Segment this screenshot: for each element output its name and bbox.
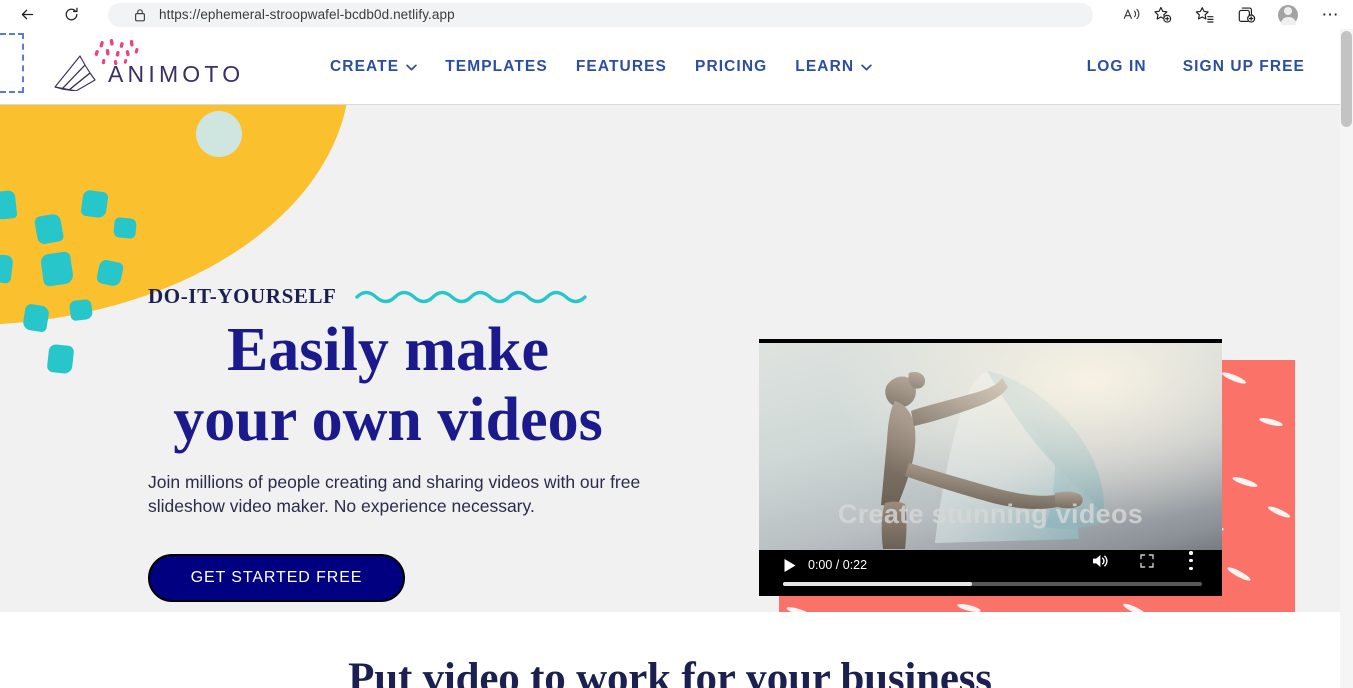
collections-button[interactable] (1231, 2, 1261, 28)
nav-item-templates-label: TEMPLATES (445, 58, 548, 75)
hero-section: DO-IT-YOURSELF Easily make your own vide… (0, 105, 1340, 612)
reload-icon (65, 7, 78, 21)
add-to-favorites-button[interactable] (1147, 2, 1177, 28)
logo-wordmark: ANIMOTO (108, 61, 245, 87)
page-scrollbar[interactable] (1340, 29, 1353, 688)
below-fold-heading: Put video to work for your business (348, 655, 992, 688)
hero-title-line-1: Easily make (226, 316, 550, 384)
more-settings-icon: ⋯ (1321, 4, 1339, 24)
video-controls-bar: 0:00 / 0:22 (759, 550, 1222, 596)
hero-title: Easily make your own videos (148, 315, 628, 455)
hero-title-line-2: your own videos (173, 386, 603, 455)
mint-circle-decoration (196, 111, 242, 157)
video-more-options-button[interactable] (1189, 551, 1193, 570)
profile-avatar-icon (1278, 4, 1298, 25)
chevron-down-icon (861, 64, 872, 70)
read-aloud-button[interactable] (1117, 2, 1147, 28)
sky-gradient (759, 343, 1222, 564)
nav-item-pricing-label: PRICING (695, 58, 768, 75)
site-header: ANIMOTO CREATE TEMPLATES FEATURES PRICIN… (0, 29, 1340, 105)
address-bar[interactable]: https://ephemeral-stroopwafel-bcdb0d.net… (108, 2, 1093, 27)
mute-button[interactable] (1092, 553, 1109, 569)
fullscreen-button[interactable] (1140, 554, 1154, 568)
hero-video-player[interactable]: Create stunning videos 0:00 / 0:22 (759, 339, 1222, 596)
settings-button[interactable]: ⋯ (1315, 2, 1345, 28)
video-poster-image (759, 343, 1222, 564)
nav-item-learn-label: LEARN (795, 58, 855, 75)
hero-copy: DO-IT-YOURSELF Easily make your own vide… (148, 281, 668, 603)
video-overlay-text: Create stunning videos (837, 499, 1144, 529)
url-text: https://ephemeral-stroopwafel-bcdb0d.net… (159, 7, 455, 22)
main-navigation: CREATE TEMPLATES FEATURES PRICING LEARN (330, 29, 872, 105)
nav-item-features[interactable]: FEATURES (576, 58, 667, 76)
video-progress-bar[interactable] (783, 582, 1202, 586)
log-in-link[interactable]: LOG IN (1087, 58, 1147, 76)
site-logo[interactable]: ANIMOTO (52, 39, 267, 95)
page-scrollbar-thumb[interactable] (1341, 31, 1352, 127)
back-arrow-icon (21, 9, 33, 20)
add-favorite-icon (1153, 6, 1171, 23)
skip-link-focus-outline[interactable] (0, 33, 24, 93)
read-aloud-icon (1123, 8, 1139, 20)
nav-item-create[interactable]: CREATE (330, 58, 417, 76)
nav-item-templates[interactable]: TEMPLATES (445, 58, 548, 76)
auth-navigation: LOG IN SIGN UP FREE (1051, 29, 1305, 105)
below-fold-section: Put video to work for your business (0, 612, 1340, 688)
lock-icon (132, 7, 147, 22)
teal-squiggle-icon (354, 290, 587, 304)
nav-item-learn[interactable]: LEARN (795, 58, 872, 76)
nav-item-create-label: CREATE (330, 58, 400, 75)
favorites-button[interactable] (1189, 2, 1219, 28)
get-started-free-button[interactable]: GET STARTED FREE (148, 554, 405, 603)
chevron-down-icon (406, 64, 417, 70)
hero-eyebrow: DO-IT-YOURSELF (148, 283, 337, 308)
profile-button[interactable] (1273, 2, 1303, 28)
video-time-display: 0:00 / 0:22 (808, 558, 868, 572)
nav-item-pricing[interactable]: PRICING (695, 58, 767, 76)
browser-action-icons: ⋯ (1117, 0, 1353, 29)
nav-item-features-label: FEATURES (575, 58, 667, 75)
browser-toolbar: https://ephemeral-stroopwafel-bcdb0d.net… (0, 0, 1353, 29)
back-button[interactable] (12, 2, 42, 28)
play-button[interactable] (783, 558, 797, 573)
hero-eyebrow-row: DO-IT-YOURSELF (148, 281, 668, 311)
collections-icon (1238, 6, 1255, 23)
video-progress-fill (783, 582, 972, 586)
page-viewport: ANIMOTO CREATE TEMPLATES FEATURES PRICIN… (0, 29, 1353, 688)
sign-up-free-link[interactable]: SIGN UP FREE (1183, 58, 1305, 76)
hero-subtitle: Join millions of people creating and sha… (148, 472, 641, 516)
favorites-icon (1195, 6, 1214, 23)
reload-button[interactable] (56, 2, 86, 28)
